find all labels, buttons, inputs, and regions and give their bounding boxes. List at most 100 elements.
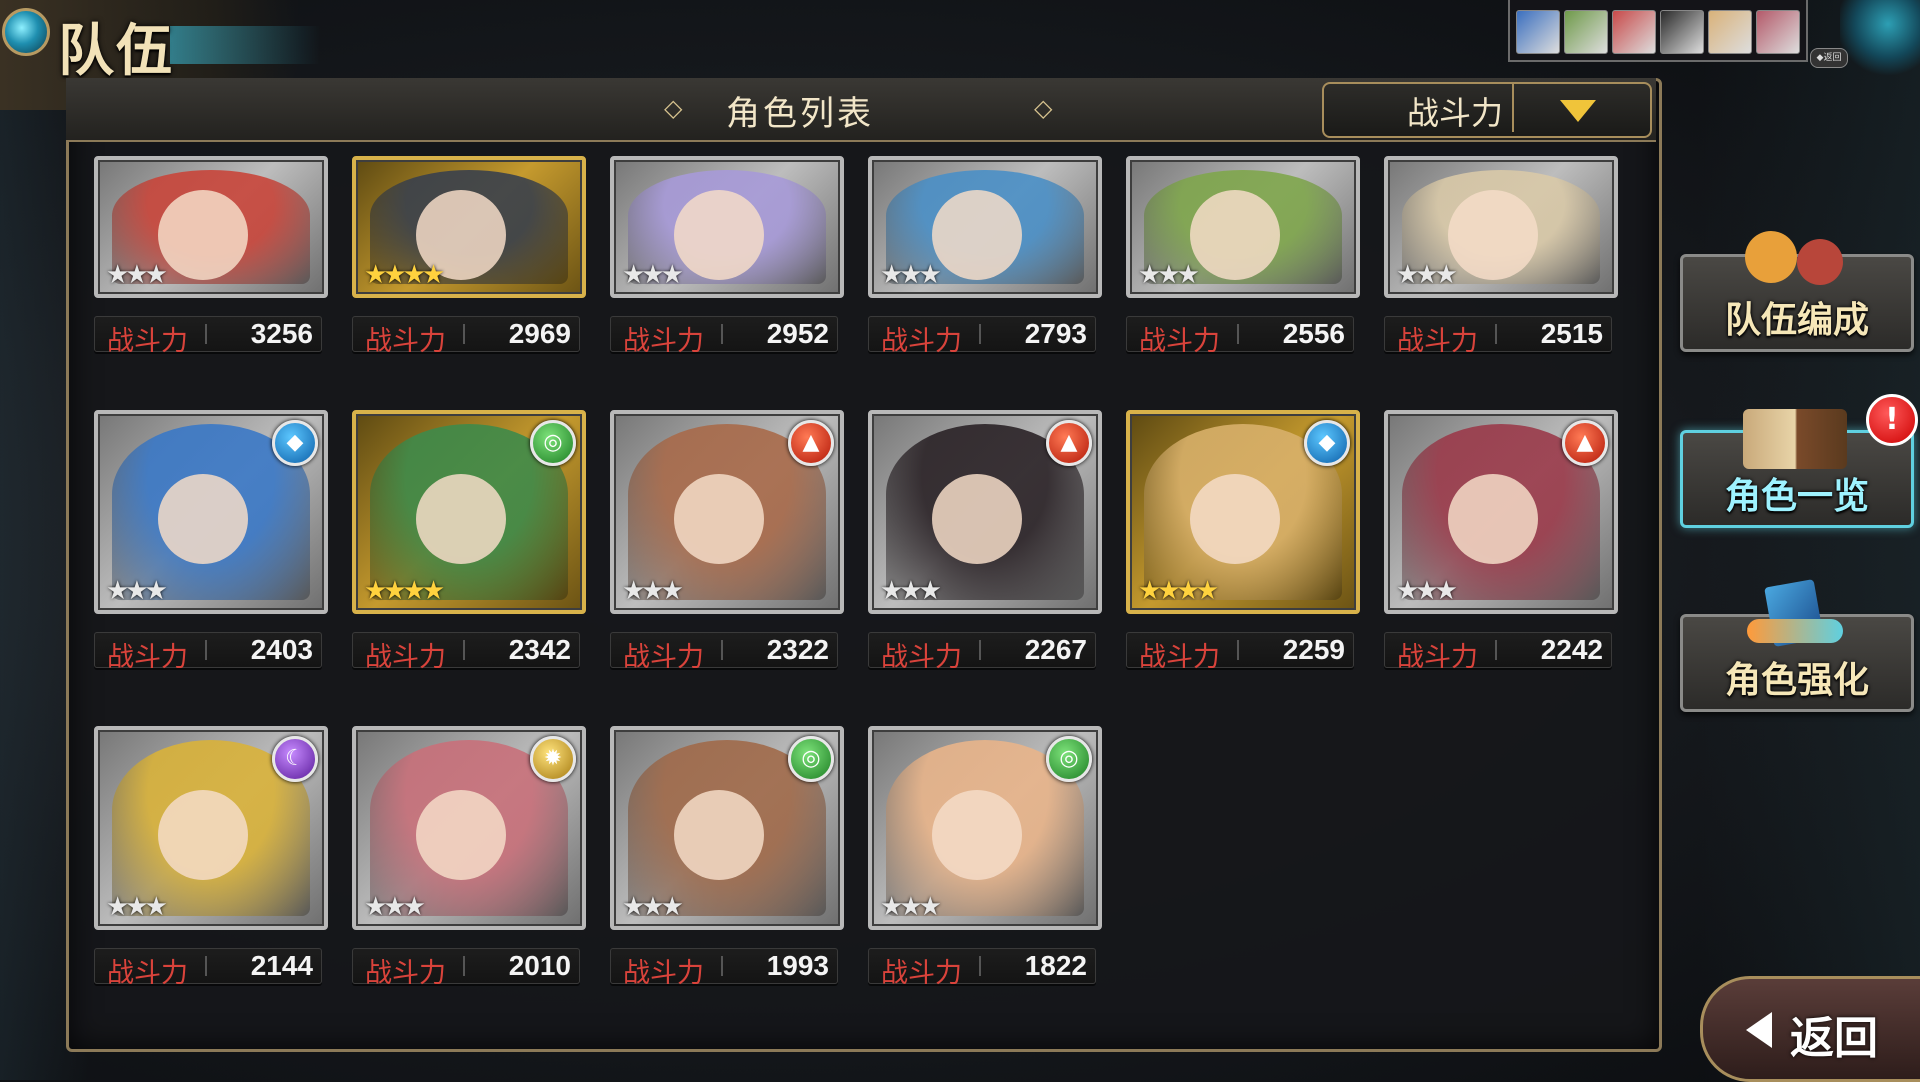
power-row: 战斗力 2793 — [868, 316, 1096, 357]
star-rarity-icon: ★★★ — [880, 260, 942, 290]
power-label: 战斗力 — [107, 326, 188, 357]
power-divider — [1495, 640, 1497, 660]
char-list-button[interactable]: 角色一览 — [1680, 409, 1914, 528]
character-portrait[interactable]: ▲ ★★★ — [868, 410, 1102, 614]
power-label: 战斗力 — [1139, 642, 1220, 673]
character-portrait[interactable]: ★★★ — [868, 156, 1102, 298]
fire-element-icon: ▲ — [1562, 420, 1608, 466]
character-portrait[interactable]: ◎ ★★★★ — [352, 410, 586, 614]
title-glow — [170, 26, 320, 64]
arrow-left-icon[interactable] — [1746, 1012, 1772, 1048]
star-rarity-icon: ★★★ — [1396, 576, 1458, 606]
power-value: 2556 — [1282, 318, 1345, 349]
character-card[interactable]: ★★★ 战斗力 2556 — [1126, 156, 1360, 357]
water-element-icon: ◆ — [1304, 420, 1350, 466]
star-rarity-icon: ★★★★ — [364, 576, 445, 606]
character-card[interactable]: ★★★ 战斗力 2515 — [1384, 156, 1618, 357]
character-portrait[interactable]: ◎ ★★★ — [610, 726, 844, 930]
power-divider — [979, 640, 981, 660]
character-card[interactable]: ✹ ★★★ 战斗力 2010 — [352, 726, 586, 989]
team-edit-button[interactable]: 队伍编成 — [1680, 231, 1914, 352]
char-list-label: 角色一览 — [1724, 476, 1869, 517]
star-rarity-icon: ★★★ — [106, 892, 168, 922]
power-value: 2322 — [766, 634, 829, 665]
character-card[interactable]: ★★★ 战斗力 3256 — [94, 156, 328, 357]
power-row: 战斗力 2322 — [610, 632, 838, 673]
power-label: 战斗力 — [365, 958, 446, 989]
power-label: 战斗力 — [1397, 326, 1478, 357]
character-card[interactable]: ▲ ★★★ 战斗力 2267 — [868, 410, 1102, 673]
character-card[interactable]: ◆ ★★★ 战斗力 2403 — [94, 410, 328, 673]
character-card[interactable]: ◎ ★★★ 战斗力 1993 — [610, 726, 844, 989]
power-divider — [1237, 324, 1239, 344]
character-card[interactable]: ★★★ 战斗力 2952 — [610, 156, 844, 357]
party-member-thumb[interactable] — [1564, 10, 1608, 54]
character-face — [416, 790, 506, 880]
power-value: 2515 — [1540, 318, 1603, 349]
character-portrait[interactable]: ☾ ★★★ — [94, 726, 328, 930]
character-portrait[interactable]: ★★★★ — [352, 156, 586, 298]
star-rarity-icon: ★★★ — [622, 892, 684, 922]
character-face — [674, 790, 764, 880]
character-face — [932, 190, 1022, 280]
party-member-thumb[interactable] — [1756, 10, 1800, 54]
wind-element-icon: ◎ — [530, 420, 576, 466]
power-row: 战斗力 2969 — [352, 316, 580, 357]
power-divider — [205, 324, 207, 344]
power-divider — [721, 640, 723, 660]
power-value: 2793 — [1024, 318, 1087, 349]
power-divider — [721, 324, 723, 344]
power-label: 战斗力 — [1397, 642, 1478, 673]
character-card[interactable]: ▲ ★★★ 战斗力 2322 — [610, 410, 844, 673]
party-strip[interactable] — [1508, 0, 1808, 62]
power-label: 战斗力 — [881, 326, 962, 357]
character-card[interactable]: ★★★ 战斗力 2793 — [868, 156, 1102, 357]
fire-element-icon: ▲ — [1046, 420, 1092, 466]
star-rarity-icon: ★★★★ — [1138, 576, 1219, 606]
power-row: 战斗力 3256 — [94, 316, 322, 357]
character-portrait[interactable]: ★★★ — [1384, 156, 1618, 298]
character-card[interactable]: ◎ ★★★★ 战斗力 2342 — [352, 410, 586, 673]
character-portrait[interactable]: ◆ ★★★★ — [1126, 410, 1360, 614]
character-portrait[interactable]: ▲ ★★★ — [610, 410, 844, 614]
character-card[interactable]: ▲ ★★★ 战斗力 2242 — [1384, 410, 1618, 673]
chevron-down-icon[interactable] — [1560, 100, 1596, 122]
power-row: 战斗力 2010 — [352, 948, 580, 989]
power-row: 战斗力 2259 — [1126, 632, 1354, 673]
character-portrait[interactable]: ★★★ — [1126, 156, 1360, 298]
light-element-icon: ✹ — [530, 736, 576, 782]
power-row: 战斗力 2403 — [94, 632, 322, 673]
character-portrait[interactable]: ★★★ — [610, 156, 844, 298]
power-row: 战斗力 1822 — [868, 948, 1096, 989]
party-member-thumb[interactable] — [1612, 10, 1656, 54]
power-value: 3256 — [250, 318, 313, 349]
character-card[interactable]: ◆ ★★★★ 战斗力 2259 — [1126, 410, 1360, 673]
character-card[interactable]: ◎ ★★★ 战斗力 1822 — [868, 726, 1102, 989]
power-row: 战斗力 2952 — [610, 316, 838, 357]
power-divider — [979, 324, 981, 344]
screen-title: 队伍 — [58, 18, 174, 84]
sort-label[interactable]: 战斗力 — [1355, 88, 1555, 134]
character-portrait[interactable]: ◎ ★★★ — [868, 726, 1102, 930]
power-value: 2259 — [1282, 634, 1345, 665]
back-label[interactable]: 返回 — [1790, 1002, 1878, 1066]
power-value: 2969 — [508, 318, 571, 349]
menu-orb-icon[interactable] — [2, 8, 50, 56]
power-divider — [1237, 640, 1239, 660]
party-member-thumb[interactable] — [1516, 10, 1560, 54]
character-portrait[interactable]: ✹ ★★★ — [352, 726, 586, 930]
character-card[interactable]: ★★★★ 战斗力 2969 — [352, 156, 586, 357]
character-face — [674, 190, 764, 280]
corner-gear-icon — [1840, 0, 1920, 80]
character-portrait[interactable]: ★★★ — [94, 156, 328, 298]
wind-element-icon: ◎ — [788, 736, 834, 782]
party-member-thumb[interactable] — [1708, 10, 1752, 54]
char-enhance-label: 角色强化 — [1724, 660, 1869, 701]
party-member-thumb[interactable] — [1660, 10, 1704, 54]
character-card[interactable]: ☾ ★★★ 战斗力 2144 — [94, 726, 328, 989]
dark-element-icon: ☾ — [272, 736, 318, 782]
alert-icon: ! — [1866, 394, 1918, 446]
char-enhance-button[interactable]: 角色强化 — [1680, 579, 1914, 712]
character-portrait[interactable]: ▲ ★★★ — [1384, 410, 1618, 614]
character-portrait[interactable]: ◆ ★★★ — [94, 410, 328, 614]
